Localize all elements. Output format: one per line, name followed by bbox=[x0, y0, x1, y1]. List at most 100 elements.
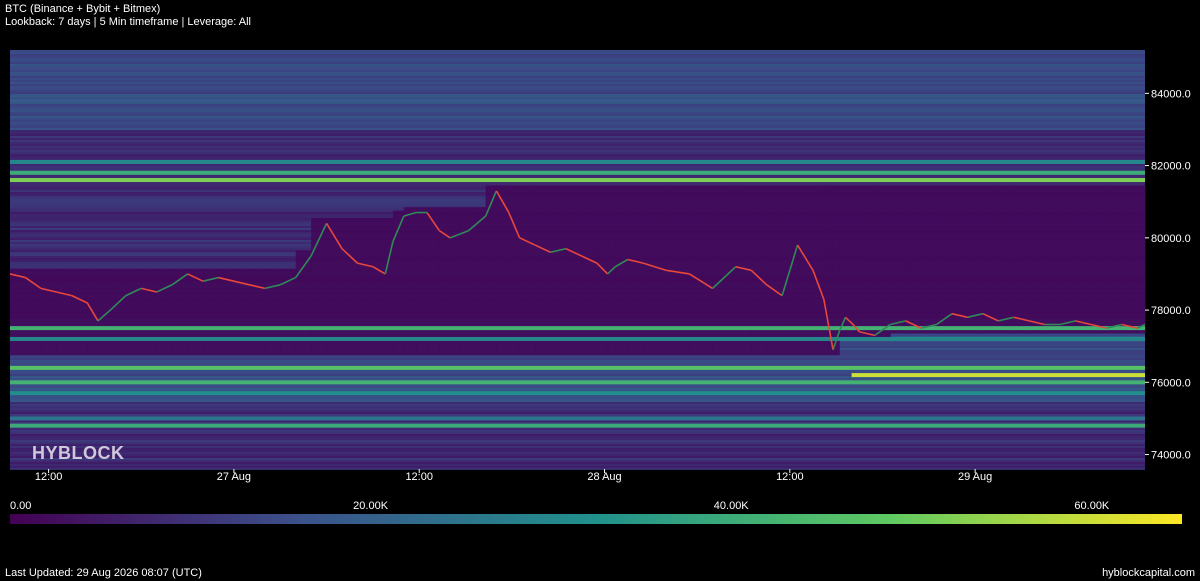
heatmap-texture-row bbox=[10, 454, 1145, 456]
liquidation-heatmap bbox=[10, 50, 1146, 470]
cleared-zone bbox=[859, 185, 876, 341]
heatmap-texture-row bbox=[10, 136, 1145, 138]
heatmap-texture-row bbox=[10, 362, 1145, 364]
heatmap-texture-row bbox=[10, 386, 1145, 388]
cleared-zone bbox=[1029, 185, 1046, 334]
cleared-zone bbox=[342, 217, 358, 356]
cleared-zone bbox=[71, 268, 88, 356]
cleared-zone bbox=[450, 207, 460, 356]
liquidation-band bbox=[10, 159, 1145, 164]
x-axis: 12:00 27 Aug 12:00 28 Aug 12:00 29 Aug bbox=[35, 469, 992, 483]
heatmap-texture-row bbox=[10, 80, 1145, 82]
colorbar-tick-label: 40.00K bbox=[713, 500, 749, 512]
y-axis: 74000.0 76000.0 78000.0 80000.0 82000.0 84000… bbox=[1145, 88, 1191, 462]
x-tick-label: 28 Aug bbox=[587, 471, 621, 483]
heatmap-texture-row bbox=[10, 154, 1145, 156]
heatmap-texture-row bbox=[10, 412, 1145, 414]
cleared-zone bbox=[385, 217, 394, 356]
liquidation-band bbox=[10, 391, 1145, 396]
heatmap-texture-row bbox=[10, 86, 1145, 88]
cleared-zone bbox=[1044, 185, 1061, 334]
liquidation-band bbox=[10, 170, 1145, 175]
heatmap-texture-row bbox=[10, 106, 1145, 108]
liquidation-band bbox=[851, 373, 1145, 378]
heatmap-texture-row bbox=[10, 166, 1145, 168]
heatmap-texture-row bbox=[10, 110, 1145, 112]
heatmap-texture-row bbox=[10, 58, 1145, 60]
colorbar-tick-label: 0.00 bbox=[10, 500, 32, 512]
hyblock-watermark: HYBLOCK bbox=[32, 443, 125, 463]
cleared-zone bbox=[249, 268, 266, 356]
liquidation-band bbox=[10, 178, 1145, 183]
liquidation-band bbox=[10, 66, 1145, 71]
colorbar-tick-label: 20.00K bbox=[353, 500, 389, 512]
heatmap-texture-row bbox=[10, 148, 1145, 150]
cleared-zone bbox=[372, 217, 386, 356]
heatmap-texture-row bbox=[10, 54, 1145, 56]
heatmap-texture-row bbox=[10, 64, 1145, 66]
heatmap-texture-row bbox=[10, 356, 1145, 358]
heatmap-texture-row bbox=[10, 436, 1145, 438]
colorbar bbox=[10, 514, 1182, 524]
heatmap-texture-row bbox=[10, 142, 1145, 144]
last-updated-text: Last Updated: 29 Aug 2026 08:07 (UTC) bbox=[5, 567, 202, 579]
heatmap-texture-row bbox=[10, 428, 1145, 430]
y-tick-label: 78000.0 bbox=[1151, 305, 1191, 317]
cleared-zone bbox=[326, 217, 343, 356]
cleared-zone bbox=[1090, 185, 1107, 334]
liquidation-band bbox=[10, 365, 1145, 370]
heatmap-texture-row bbox=[10, 410, 1145, 412]
cleared-zone bbox=[1075, 185, 1092, 334]
heatmap-texture-row bbox=[10, 82, 1145, 84]
x-tick-label: 29 Aug bbox=[958, 471, 992, 483]
heatmap-texture-row bbox=[10, 88, 1145, 90]
cleared-zone bbox=[25, 268, 42, 356]
cleared-zone bbox=[1106, 185, 1123, 334]
cleared-zone bbox=[905, 185, 922, 334]
colorbar-tick-label: 60.00K bbox=[1074, 500, 1110, 512]
cleared-zone bbox=[40, 268, 57, 356]
cleared-zone bbox=[203, 268, 219, 356]
site-link[interactable]: hyblockcapital.com bbox=[1102, 567, 1195, 579]
cleared-zone bbox=[1013, 185, 1030, 334]
heatmap-texture-row bbox=[10, 404, 1145, 406]
heatmap-texture-row bbox=[10, 446, 1145, 448]
cleared-zone bbox=[264, 268, 281, 356]
cleared-zone bbox=[187, 268, 204, 356]
heatmap-texture-row bbox=[10, 444, 1145, 446]
liquidation-band bbox=[10, 336, 1145, 341]
heatmap-texture-row bbox=[10, 144, 1145, 146]
cleared-zone bbox=[141, 268, 158, 356]
cleared-zone bbox=[125, 268, 142, 356]
heatmap-texture-row bbox=[10, 150, 1145, 152]
heatmap-texture-row bbox=[10, 104, 1145, 106]
heatmap-texture-row bbox=[10, 124, 1145, 126]
heatmap-texture-row bbox=[10, 176, 1145, 178]
heatmap-texture-row bbox=[10, 430, 1145, 432]
heatmap-texture-row bbox=[10, 120, 1145, 122]
heatmap-texture-row bbox=[10, 456, 1145, 458]
heatmap-texture-row bbox=[10, 182, 1145, 184]
colorbar-gradient bbox=[10, 514, 1182, 524]
cleared-zone bbox=[416, 207, 428, 356]
heatmap-texture-row bbox=[10, 146, 1145, 148]
heatmap-texture-row bbox=[10, 112, 1145, 114]
heatmap-texture-row bbox=[10, 164, 1145, 166]
cleared-zone bbox=[890, 185, 907, 334]
cleared-zone bbox=[1060, 185, 1077, 334]
liquidation-band bbox=[10, 423, 1145, 428]
cleared-zone bbox=[998, 185, 1015, 334]
heatmap-texture-row bbox=[10, 458, 1145, 460]
cleared-zone bbox=[56, 268, 73, 356]
heatmap-texture-row bbox=[10, 438, 1145, 440]
heatmap-texture-row bbox=[10, 364, 1145, 366]
y-tick-label: 74000.0 bbox=[1151, 450, 1191, 462]
cleared-zone bbox=[110, 268, 127, 356]
cleared-zone bbox=[874, 185, 891, 341]
heatmap-texture-row bbox=[10, 84, 1145, 86]
heatmap-texture-row bbox=[10, 402, 1145, 404]
heatmap-texture-row bbox=[10, 156, 1145, 158]
heatmap-texture-row bbox=[10, 70, 1145, 72]
heatmap-texture-row bbox=[10, 128, 1145, 130]
heatmap-texture-row bbox=[10, 370, 1145, 372]
